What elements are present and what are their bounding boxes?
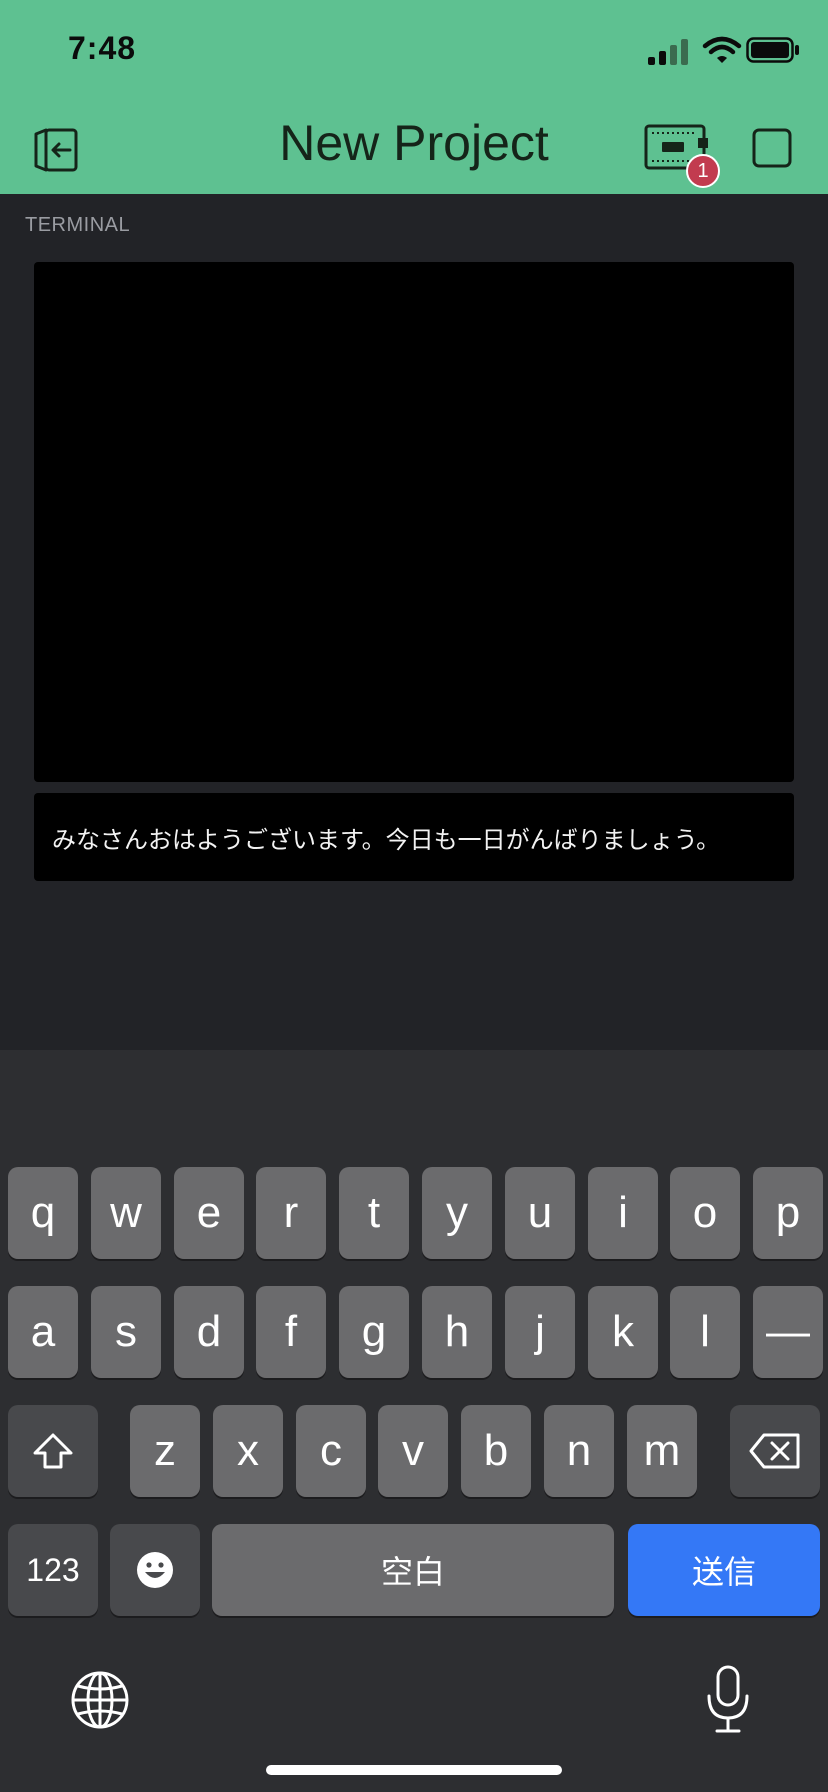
key-h[interactable]: h [422, 1286, 492, 1378]
key-x[interactable]: x [213, 1405, 283, 1497]
key-c[interactable]: c [296, 1405, 366, 1497]
dictation-button[interactable] [704, 1664, 752, 1736]
wifi-icon [702, 36, 742, 63]
key-j[interactable]: j [505, 1286, 575, 1378]
key-l[interactable]: l [670, 1286, 740, 1378]
microphone-icon [707, 1665, 749, 1733]
key-g[interactable]: g [339, 1286, 409, 1378]
shift-icon [33, 1433, 73, 1469]
key-s[interactable]: s [91, 1286, 161, 1378]
space-key[interactable]: 空白 [212, 1524, 614, 1616]
key-y[interactable]: y [422, 1167, 492, 1259]
key-w[interactable]: w [91, 1167, 161, 1259]
key-r[interactable]: r [256, 1167, 326, 1259]
key-o[interactable]: o [670, 1167, 740, 1259]
emoji-icon [137, 1552, 173, 1588]
key-n[interactable]: n [544, 1405, 614, 1497]
keyboard: q w e r t y u i o p a s d f g h j k l — z x c v b n m 123 空白 送信 [0, 1050, 828, 1792]
app-header: 7:48 New Project 1 [0, 0, 828, 194]
battery-icon [746, 37, 799, 63]
backspace-key[interactable] [730, 1405, 820, 1497]
cellular-signal-icon [648, 35, 692, 65]
stop-button[interactable] [752, 128, 792, 168]
status-time: 7:48 [68, 30, 137, 66]
key-d[interactable]: d [174, 1286, 244, 1378]
key-k[interactable]: k [588, 1286, 658, 1378]
device-count-badge: 1 [686, 154, 720, 188]
key-z[interactable]: z [130, 1405, 200, 1497]
shift-key[interactable] [8, 1405, 98, 1497]
numbers-key[interactable]: 123 [8, 1524, 98, 1616]
key-p[interactable]: p [753, 1167, 823, 1259]
key-v[interactable]: v [378, 1405, 448, 1497]
emoji-key[interactable] [110, 1524, 200, 1616]
terminal-label: TERMINAL [25, 214, 131, 236]
globe-button[interactable] [70, 1670, 130, 1730]
device-button[interactable]: 1 [644, 124, 734, 190]
key-a[interactable]: a [8, 1286, 78, 1378]
key-i[interactable]: i [588, 1167, 658, 1259]
globe-icon [71, 1671, 129, 1729]
status-icons [648, 35, 799, 65]
key-e[interactable]: e [174, 1167, 244, 1259]
key-q[interactable]: q [8, 1167, 78, 1259]
send-key[interactable]: 送信 [628, 1524, 820, 1616]
stop-square-icon [752, 128, 792, 168]
key-t[interactable]: t [339, 1167, 409, 1259]
home-indicator[interactable] [266, 1765, 562, 1775]
key-b[interactable]: b [461, 1405, 531, 1497]
backspace-icon [749, 1433, 800, 1469]
terminal-input[interactable]: みなさんおはようございます。今日も一日がんばりましょう。 [34, 793, 794, 881]
terminal-output[interactable] [34, 262, 794, 782]
key-dash[interactable]: — [753, 1286, 823, 1378]
key-m[interactable]: m [627, 1405, 697, 1497]
key-f[interactable]: f [256, 1286, 326, 1378]
key-u[interactable]: u [505, 1167, 575, 1259]
